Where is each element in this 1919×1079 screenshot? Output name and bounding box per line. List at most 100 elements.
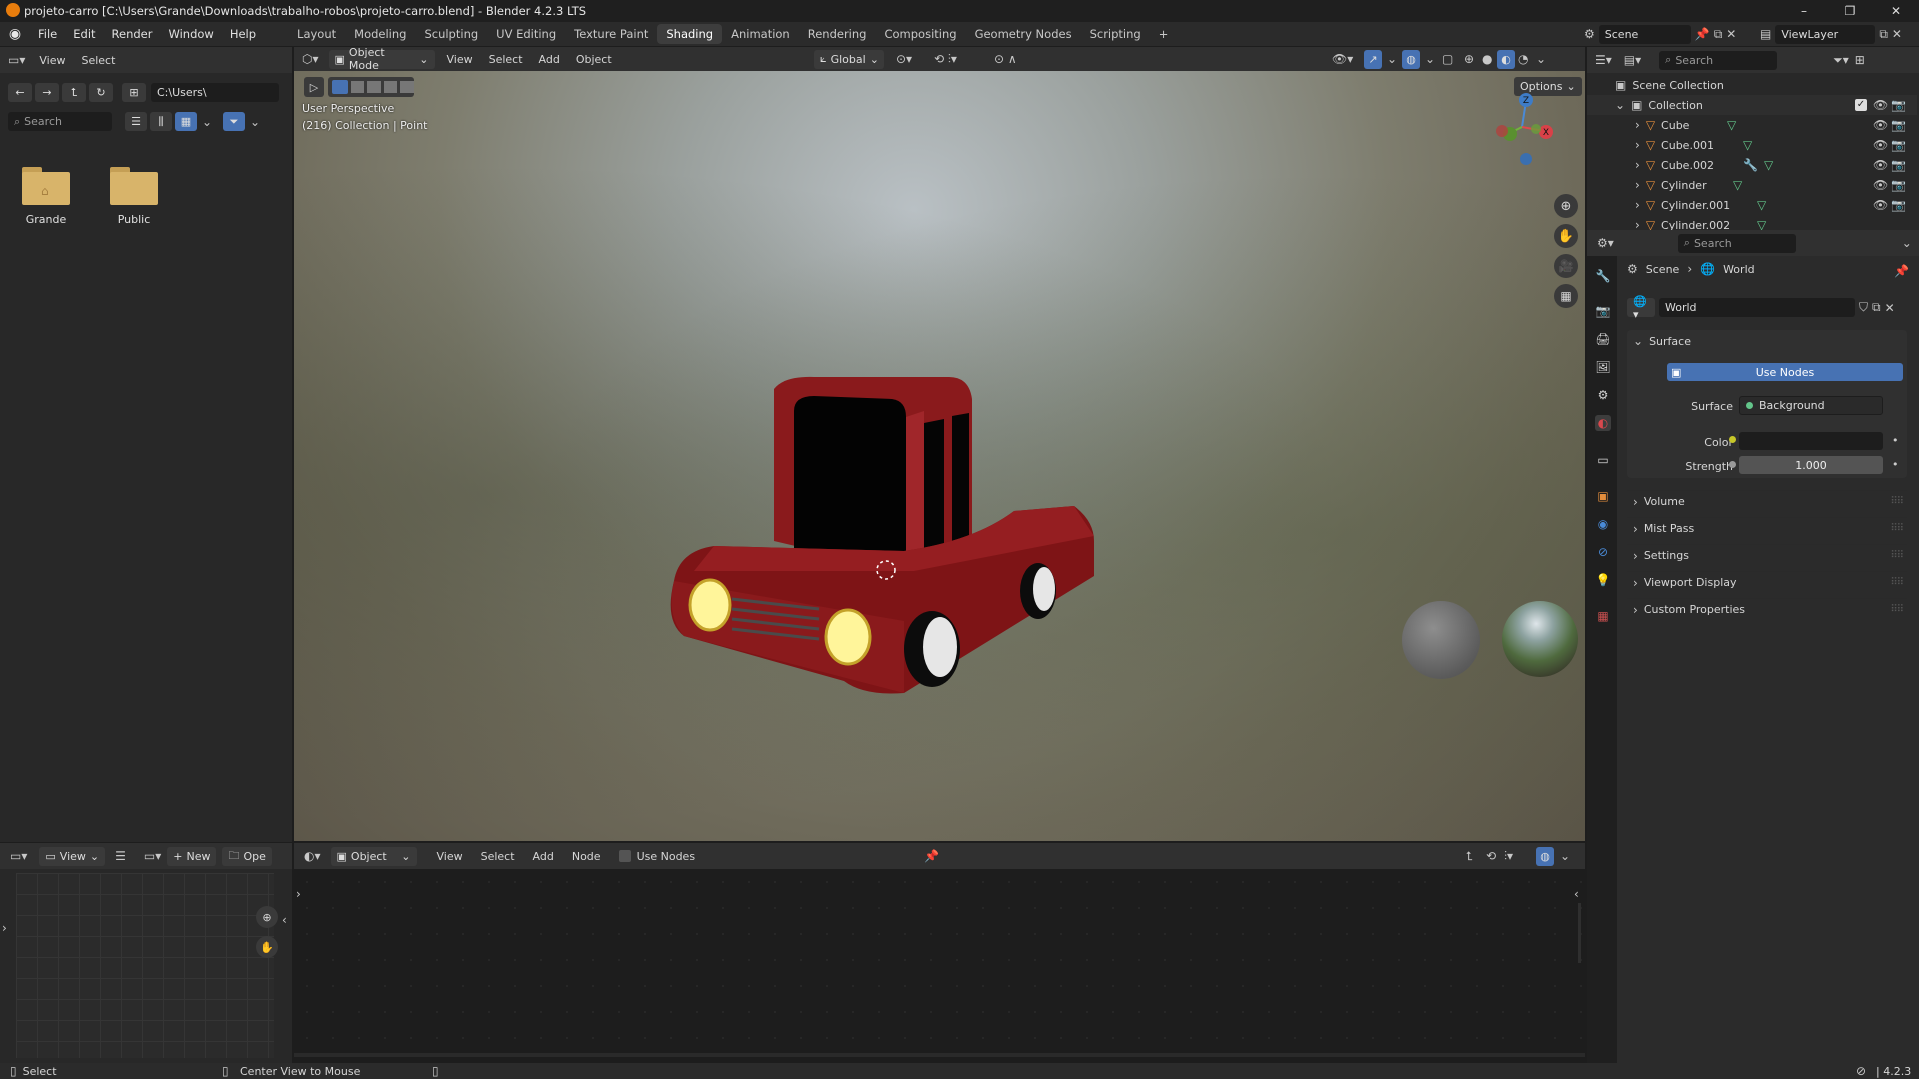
pin-icon[interactable]: 📌 xyxy=(924,849,939,863)
filter-icon[interactable]: ⏷ xyxy=(223,112,245,131)
world-tab-icon[interactable]: ◐ xyxy=(1595,415,1611,431)
output-tab-icon[interactable]: 🖨 xyxy=(1595,331,1611,347)
overlays-dropdown-icon[interactable]: ⌄ xyxy=(1425,52,1435,66)
drag-handle-icon[interactable]: ⠿⠿ xyxy=(1890,550,1904,561)
remove-view-layer-icon[interactable]: ✕ xyxy=(1892,27,1902,41)
shader-type-dropdown[interactable]: ▣ Object ⌄ xyxy=(330,846,417,866)
unlink-icon[interactable]: ✕ xyxy=(1885,301,1895,315)
thumbnails-icon[interactable]: ▦ xyxy=(175,112,197,131)
file-browser-menu-select[interactable]: Select xyxy=(81,54,115,67)
tab-modeling[interactable]: Modeling xyxy=(345,24,415,44)
tab-rendering[interactable]: Rendering xyxy=(799,24,876,44)
close-button[interactable]: ✕ xyxy=(1873,0,1919,22)
overlays-toggle-icon[interactable]: ◍ xyxy=(1536,846,1554,866)
tab-sculpting[interactable]: Sculpting xyxy=(415,24,487,44)
pan-hand-icon[interactable]: ✋ xyxy=(256,936,278,958)
data-tab-icon[interactable]: 💡 xyxy=(1595,572,1611,588)
shading-dropdown-icon[interactable]: ⌄ xyxy=(1536,52,1546,66)
outliner-object-row[interactable]: › ▽ Cube.002 🔧 ▽ 👁 📷 xyxy=(1587,155,1917,175)
scene-selector[interactable]: ⚙ Scene 📌 ⧉ ✕ xyxy=(1584,24,1754,44)
eye-icon[interactable]: 👁 xyxy=(1873,138,1888,152)
node-editor-canvas[interactable] xyxy=(294,869,1585,1063)
image-browse-icon[interactable]: ▭▾ xyxy=(144,849,161,863)
settings-section[interactable]: › Settings ⠿⠿ xyxy=(1627,544,1907,566)
chevron-right-icon[interactable]: › xyxy=(1635,198,1640,212)
tab-texture-paint[interactable]: Texture Paint xyxy=(565,24,657,44)
select-extend-icon[interactable] xyxy=(350,81,365,93)
volume-section[interactable]: › Volume ⠿⠿ xyxy=(1627,490,1907,512)
shader-menu-view[interactable]: View xyxy=(437,850,463,863)
transform-orientation-dropdown[interactable]: ⟀ Global ⌄ xyxy=(814,49,884,69)
color-field[interactable] xyxy=(1739,432,1883,450)
mist-pass-section[interactable]: › Mist Pass ⠿⠿ xyxy=(1627,517,1907,539)
toolbar-expand-icon[interactable]: › xyxy=(2,921,7,935)
pan-hand-icon[interactable]: ✋ xyxy=(1554,224,1578,248)
collection-tab-icon[interactable]: ▭ xyxy=(1595,452,1611,468)
chevron-down-icon[interactable]: ⌄ xyxy=(1902,236,1912,250)
viewport-menu-add[interactable]: Add xyxy=(539,53,560,66)
left-region-handle[interactable] xyxy=(0,83,3,143)
editor-type-icon[interactable]: ▭▾ xyxy=(8,53,25,67)
strength-field[interactable]: 1.000 xyxy=(1739,456,1883,474)
editor-type-properties-icon[interactable]: ⚙▾ xyxy=(1597,236,1614,250)
open-image-button[interactable]: 🗀 Ope xyxy=(222,846,272,866)
shader-menu-node[interactable]: Node xyxy=(572,850,601,863)
chevron-right-icon[interactable]: › xyxy=(1635,178,1640,192)
parent-dir-icon[interactable]: ⮤ xyxy=(62,83,86,102)
view-layer-tab-icon[interactable]: 🖼 xyxy=(1595,359,1611,375)
hamburger-menu-icon[interactable]: ☰ xyxy=(115,849,126,863)
mesh-data-icon[interactable]: ▽ xyxy=(1757,198,1766,212)
outliner-collection-row[interactable]: ⌄ ▣ Collection ✓ 👁 📷 xyxy=(1587,95,1917,115)
outliner-object-row[interactable]: › ▽ Cylinder ▽ 👁 📷 xyxy=(1587,175,1917,195)
perspective-toggle-icon[interactable]: ▦ xyxy=(1554,284,1578,308)
new-image-button[interactable]: + New xyxy=(167,846,217,866)
file-browser-menu-view[interactable]: View xyxy=(39,54,65,67)
viewport-menu-object[interactable]: Object xyxy=(576,53,612,66)
mesh-data-icon[interactable]: ▽ xyxy=(1743,138,1752,152)
car-model[interactable] xyxy=(654,371,1144,841)
editor-type-shader-icon[interactable]: ◐▾ xyxy=(304,849,321,863)
eye-icon[interactable]: 👁 xyxy=(1873,118,1888,132)
file-search-input[interactable]: ⌕ Search xyxy=(8,112,112,131)
pin-icon[interactable]: 📌 xyxy=(1695,27,1710,41)
overlays-toggle-icon[interactable]: ◍ xyxy=(1402,49,1420,69)
shader-menu-add[interactable]: Add xyxy=(533,850,554,863)
folder-item-public[interactable]: Public xyxy=(106,167,162,226)
list-vertical-icon[interactable]: ☰ xyxy=(125,112,147,131)
scene-name-field[interactable]: Scene xyxy=(1598,24,1691,44)
snap-options-icon[interactable]: ⫶▾ xyxy=(1504,849,1513,864)
tab-compositing[interactable]: Compositing xyxy=(875,24,965,44)
outliner-object-row[interactable]: › ▽ Cube.001 ▽ 👁 📷 xyxy=(1587,135,1917,155)
toolbar-expand-icon[interactable]: › xyxy=(296,887,301,901)
mesh-data-icon[interactable]: ▽ xyxy=(1764,158,1773,172)
overlays-dropdown-icon[interactable]: ⌄ xyxy=(1560,849,1570,863)
pin-icon[interactable]: 📌 xyxy=(1894,264,1909,278)
surface-panel-header[interactable]: ⌄ Surface xyxy=(1627,330,1907,352)
outliner-object-row[interactable]: › ▽ Cylinder.002 ▽ xyxy=(1587,215,1917,230)
camera-render-icon[interactable]: 📷 xyxy=(1891,138,1906,152)
keyframe-dot-icon[interactable]: • xyxy=(1892,434,1899,447)
select-subtract-icon[interactable] xyxy=(367,81,381,93)
tab-layout[interactable]: Layout xyxy=(288,24,345,44)
camera-render-icon[interactable]: 📷 xyxy=(1891,178,1906,192)
use-nodes-button[interactable]: ▣ Use Nodes xyxy=(1667,363,1903,381)
camera-view-icon[interactable]: 🎥 xyxy=(1554,254,1578,278)
sidebar-expand-icon[interactable]: ‹ xyxy=(282,913,287,927)
vertical-scrollbar[interactable] xyxy=(1578,903,1581,963)
refresh-icon[interactable]: ↻ xyxy=(89,83,113,102)
gizmo-dropdown-icon[interactable]: ⌄ xyxy=(1387,52,1397,66)
camera-render-icon[interactable]: 📷 xyxy=(1891,158,1906,172)
horizontal-scrollbar[interactable] xyxy=(294,1053,1585,1057)
chevron-right-icon[interactable]: › xyxy=(1635,218,1640,230)
outliner-object-row[interactable]: › ▽ Cube ▽ 👁 📷 xyxy=(1587,115,1917,135)
visibility-icon[interactable]: 👁▾ xyxy=(1332,52,1353,66)
breadcrumb-world[interactable]: World xyxy=(1723,263,1755,276)
maximize-button[interactable]: ❐ xyxy=(1827,0,1873,22)
view-mode-dropdown[interactable]: ▭ View ⌄ xyxy=(39,846,106,866)
duplicate-icon[interactable]: ⧉ xyxy=(1872,300,1881,315)
gizmo-toggle-icon[interactable]: ↗ xyxy=(1364,49,1382,69)
xray-icon[interactable]: ▢ xyxy=(1442,52,1453,66)
parent-node-tree-icon[interactable]: ⮤ xyxy=(1466,849,1473,864)
editor-type-3d-icon[interactable]: ⬡▾ xyxy=(302,52,319,66)
drag-handle-icon[interactable]: ⠿⠿ xyxy=(1890,496,1904,507)
